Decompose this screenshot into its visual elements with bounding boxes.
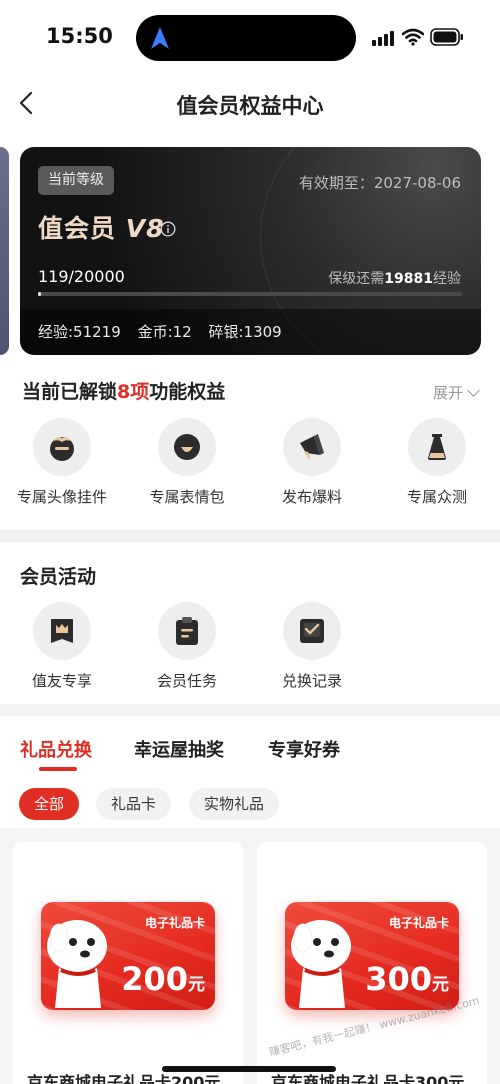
activity-item-redeem-record[interactable]: 兑换记录 [257, 602, 367, 691]
wifi-icon [402, 28, 424, 46]
level-number: V8 [125, 214, 165, 243]
avatar-pendant-icon [50, 437, 74, 461]
gift-card-amount: 300元 [365, 960, 449, 998]
experience-progress-fill [38, 292, 41, 296]
current-level-tag: 当前等级 [38, 166, 114, 195]
benefit-item-emoji-pack[interactable]: 专属表情包 [132, 418, 242, 507]
gift-card-image: 电子礼品卡 300元 [285, 902, 459, 1010]
test-flask-icon [428, 434, 446, 460]
crown-badge-icon [51, 619, 73, 643]
activity-label: 会员任务 [156, 672, 217, 690]
cellular-signal-icon [372, 31, 394, 46]
benefit-label: 专属头像挂件 [16, 488, 107, 506]
info-icon[interactable] [160, 221, 176, 237]
chevron-down-icon [467, 384, 480, 397]
battery-icon [430, 28, 463, 46]
stat-silver: 碎银:1309 [208, 323, 282, 341]
nav-header: 值会员权益中心 [0, 76, 500, 132]
gift-tabs-area: 礼品兑换 幸运屋抽奖 专享好券 全部 礼品卡 实物礼品 [0, 716, 500, 828]
status-time: 15:50 [46, 24, 113, 48]
gift-card-image: 电子礼品卡 200元 [41, 902, 215, 1010]
benefit-item-exclusive-test[interactable]: 专属众测 [382, 418, 492, 507]
filter-chip-physical-gift[interactable]: 实物礼品 [189, 788, 280, 820]
keep-level-hint: 保级还需19881经验 [328, 271, 461, 287]
location-arrow-icon [151, 27, 169, 49]
gift-section: 礼品兑换 幸运屋抽奖 专享好券 全部 礼品卡 实物礼品 电子礼品卡 200元 京… [0, 716, 500, 1084]
activity-section-title: 会员活动 [20, 566, 97, 588]
jd-dog-mascot-icon [47, 920, 107, 1008]
stat-experience: 经验:51219 [38, 323, 121, 341]
gift-card-label: 电子礼品卡 [144, 916, 205, 930]
activity-item-tasks[interactable]: 会员任务 [132, 602, 242, 691]
tab-exclusive-coupons[interactable]: 专享好券 [268, 736, 340, 762]
page-title: 值会员权益中心 [176, 94, 324, 118]
experience-progress-bar [38, 292, 462, 296]
membership-overview: 当前等级 有效期至：2027-08-06 值会员 V8 119/20000 保级… [0, 132, 500, 530]
previous-level-card-peek[interactable] [0, 147, 9, 355]
jd-dog-mascot-icon [291, 920, 351, 1008]
status-bar: 15:50 [0, 0, 500, 76]
benefit-item-publish-deal[interactable]: 发布爆料 [257, 418, 367, 507]
clipboard-icon [176, 617, 198, 645]
gift-card-amount: 200元 [121, 960, 205, 998]
stat-coins: 金币:12 [137, 323, 192, 341]
benefit-item-avatar-pendant[interactable]: 专属头像挂件 [7, 418, 117, 507]
member-activity-section: 会员活动 值友专享 会员任务 兑换记录 [0, 542, 500, 704]
product-card[interactable]: 电子礼品卡 200元 京东商城电子礼品卡200元 [13, 842, 243, 1084]
benefit-label: 专属众测 [406, 488, 467, 506]
checkmark-record-icon [300, 619, 324, 643]
active-tab-indicator [39, 767, 77, 771]
home-indicator[interactable] [162, 1066, 336, 1072]
activity-label: 值友专享 [31, 672, 92, 690]
filter-chip-all[interactable]: 全部 [19, 788, 80, 820]
validity-date: 有效期至：2027-08-06 [298, 174, 461, 192]
level-name: 值会员 V8 [38, 209, 164, 245]
unlocked-benefits-title: 当前已解锁8项功能权益 [22, 381, 226, 403]
activity-item-exclusive[interactable]: 值友专享 [7, 602, 117, 691]
emoji-pack-icon [174, 434, 200, 460]
tab-gift-exchange[interactable]: 礼品兑换 [20, 736, 92, 762]
dynamic-island [136, 15, 356, 61]
gift-card-label: 电子礼品卡 [388, 916, 449, 930]
benefit-label: 发布爆料 [281, 488, 342, 506]
member-level-card[interactable]: 当前等级 有效期至：2027-08-06 值会员 V8 119/20000 保级… [20, 147, 481, 355]
card-stats-bar: 经验:51219 金币:12 碎银:1309 [20, 309, 481, 355]
benefit-label: 专属表情包 [149, 488, 225, 506]
megaphone-icon [300, 434, 324, 459]
level-prefix: 值会员 [38, 214, 117, 243]
expand-button[interactable]: 展开 [433, 382, 480, 403]
tab-lucky-draw[interactable]: 幸运屋抽奖 [134, 736, 224, 762]
filter-chip-gift-card[interactable]: 礼品卡 [96, 788, 172, 820]
keep-level-value: 19881 [384, 271, 433, 287]
unlocked-count: 8项 [117, 381, 150, 403]
activity-label: 兑换记录 [281, 672, 342, 690]
experience-progress-text: 119/20000 [38, 267, 125, 286]
